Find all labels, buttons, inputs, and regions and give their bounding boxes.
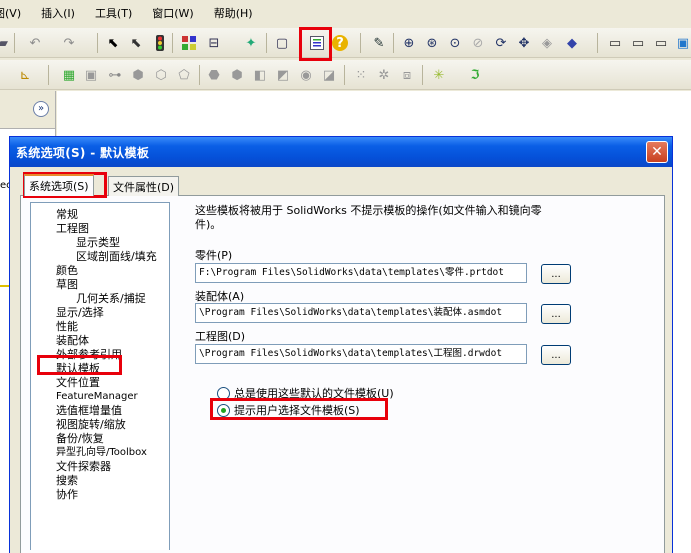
radio-prompt-circle[interactable]: [217, 403, 230, 417]
boss-extrude-icon[interactable]: ▣: [82, 66, 100, 84]
top-view-icon[interactable]: ▭: [652, 34, 670, 52]
part-template-label: 零件(P): [195, 249, 233, 262]
tree-item-relations-snaps[interactable]: 几何关系/捕捉: [76, 292, 146, 305]
close-button[interactable]: ✕: [646, 141, 668, 163]
radio-always-label: 总是使用这些默认的文件模板(U): [234, 387, 394, 400]
expand-chevrons-icon[interactable]: »: [33, 101, 49, 117]
tree-item-collaboration[interactable]: 协作: [56, 488, 78, 501]
tab-system-options[interactable]: 系统选项(S): [24, 174, 94, 196]
sweep-icon[interactable]: ⬢: [129, 66, 147, 84]
tab-document-properties-label: 文件属性(D): [113, 180, 175, 194]
menu-insert[interactable]: 插入(I): [41, 5, 75, 21]
dialog-title: 系统选项(S) - 默认模板: [16, 145, 150, 160]
templates-description: 这些模板将被用于 SolidWorks 不提示模板的操作(如文件输入和镜向零件)…: [195, 204, 542, 231]
help-icon[interactable]: ?: [332, 35, 348, 51]
tree-item-area-hatch[interactable]: 区域剖面线/填充: [76, 250, 157, 263]
tree-item-backup-recover[interactable]: 备份/恢复: [56, 432, 104, 445]
select-icon[interactable]: ⬉: [104, 34, 122, 52]
features-toolbar: ⊾ ▦ ▣ ⊶ ⬢ ⬡ ⬠ ⬣ ⬢ ◧ ◩ ◉ ◪ ⁙ ✲ ⧈ ✳ ℑ: [0, 60, 691, 90]
tree-item-external-references[interactable]: 外部参考引用: [56, 348, 122, 361]
iso-view-icon[interactable]: ▣: [674, 34, 691, 52]
hole-icon[interactable]: ◉: [297, 66, 315, 84]
circular-pattern-icon[interactable]: ✲: [375, 66, 393, 84]
tree-item-spin-box-increments[interactable]: 选值框增量值: [56, 404, 122, 417]
tree-item-hole-wizard-toolbox[interactable]: 异型孔向导/Toolbox: [56, 446, 147, 459]
undo-icon[interactable]: ↶: [26, 34, 44, 52]
menu-help[interactable]: 帮助(H): [214, 5, 253, 21]
right-view-icon[interactable]: ▭: [629, 34, 647, 52]
select-filter-icon[interactable]: ⬉: [127, 34, 145, 52]
tree-item-performance[interactable]: 性能: [56, 320, 78, 333]
tree-item-colors[interactable]: 颜色: [56, 264, 78, 277]
traffic-light-icon[interactable]: [151, 34, 169, 52]
rebuild-icon[interactable]: ✦: [242, 34, 260, 52]
standard-toolbar: ▰ ↶ ↷ ⬉ ⬉ ⊟ ✦ ▢ ? ✎ ⊕ ⊛ ⊙ ⊘ ⟳ ✥ ◈ ◆ ▭ ▭ …: [0, 28, 691, 58]
dimension-icon[interactable]: ⊾: [16, 66, 34, 84]
view-orientation-icon[interactable]: ◆: [563, 34, 581, 52]
sketch-icon[interactable]: ✎: [370, 34, 388, 52]
smart-dimension-icon[interactable]: ⊟: [205, 34, 223, 52]
tree-item-assemblies[interactable]: 装配体: [56, 334, 89, 347]
zoom-to-fit-icon[interactable]: ⊕: [400, 34, 418, 52]
reference-geometry-icon[interactable]: ◪: [320, 66, 338, 84]
revolve-icon[interactable]: ⊶: [106, 66, 124, 84]
radio-prompt-user[interactable]: 提示用户选择文件模板(S): [217, 402, 360, 418]
rib-icon[interactable]: ◧: [251, 66, 269, 84]
menu-tools[interactable]: 工具(T): [95, 5, 132, 21]
rotate-icon[interactable]: ⟳: [492, 34, 510, 52]
plane-icon[interactable]: ▦: [60, 66, 78, 84]
shaded-icon[interactable]: ◈: [538, 34, 556, 52]
tree-item-file-explorer[interactable]: 文件探索器: [56, 460, 111, 473]
tree-item-drawings[interactable]: 工程图: [56, 222, 89, 235]
tab-system-options-label: 系统选项(S): [29, 180, 89, 193]
radio-prompt-label: 提示用户选择文件模板(S): [234, 404, 360, 417]
curve-icon[interactable]: ℑ: [466, 66, 484, 84]
assembly-template-input[interactable]: \Program Files\SolidWorks\data\templates…: [195, 303, 527, 323]
radio-always-use-defaults[interactable]: 总是使用这些默认的文件模板(U): [217, 385, 394, 401]
feature-manager-header: »: [0, 91, 55, 129]
radio-always-circle[interactable]: [217, 386, 230, 400]
tree-item-sketch[interactable]: 草图: [56, 278, 78, 291]
drawing-template-input[interactable]: \Program Files\SolidWorks\data\templates…: [195, 344, 527, 364]
assembly-browse-button[interactable]: ...: [541, 304, 571, 324]
draft-icon[interactable]: ◩: [274, 66, 292, 84]
part-template-input[interactable]: F:\Program Files\SolidWorks\data\templat…: [195, 263, 527, 283]
chamfer-icon[interactable]: ⬢: [228, 66, 246, 84]
options-window-icon[interactable]: ▢: [273, 34, 291, 52]
menu-view[interactable]: 图(V): [0, 5, 21, 21]
print-icon[interactable]: ▰: [0, 34, 12, 52]
tree-item-view-rotation[interactable]: 视图旋转/缩放: [56, 418, 126, 431]
menu-bar: 图(V) 插入(I) 工具(T) 窗口(W) 帮助(H): [0, 0, 691, 26]
reference-axis-icon[interactable]: ✳: [430, 66, 448, 84]
tab-document-properties[interactable]: 文件属性(D): [108, 176, 180, 196]
shell-icon[interactable]: ⬠: [175, 66, 193, 84]
mirror-icon[interactable]: ⧈: [398, 66, 416, 84]
dialog-titlebar[interactable]: 系统选项(S) - 默认模板: [10, 137, 672, 167]
tree-item-display-selection[interactable]: 显示/选择: [56, 306, 104, 319]
drawing-template-label: 工程图(D): [195, 330, 246, 343]
tree-item-featuremanager[interactable]: FeatureManager: [56, 390, 138, 403]
pan-icon[interactable]: ✥: [515, 34, 533, 52]
options-list-icon[interactable]: [308, 34, 326, 52]
fillet-icon[interactable]: ⬣: [205, 66, 223, 84]
zoom-area-icon[interactable]: ⊛: [423, 34, 441, 52]
part-browse-button[interactable]: ...: [541, 264, 571, 284]
zoom-in-icon[interactable]: ⊙: [446, 34, 464, 52]
tree-item-general[interactable]: 常规: [56, 208, 78, 221]
tree-item-default-templates[interactable]: 默认模板: [56, 362, 100, 375]
redo-icon[interactable]: ↷: [60, 34, 78, 52]
grid-icon[interactable]: [180, 34, 198, 52]
tree-item-display-style[interactable]: 显示类型: [76, 236, 120, 249]
assembly-template-label: 装配体(A): [195, 290, 245, 303]
drawing-browse-button[interactable]: ...: [541, 345, 571, 365]
zoom-out-icon[interactable]: ⊘: [469, 34, 487, 52]
tree-item-file-locations[interactable]: 文件位置: [56, 376, 100, 389]
loft-icon[interactable]: ⬡: [152, 66, 170, 84]
front-view-icon[interactable]: ▭: [606, 34, 624, 52]
tree-item-search[interactable]: 搜索: [56, 474, 78, 487]
menu-window[interactable]: 窗口(W): [152, 5, 193, 21]
linear-pattern-icon[interactable]: ⁙: [352, 66, 370, 84]
options-tree: 常规 工程图 显示类型 区域剖面线/填充 颜色 草图 几何关系/捕捉 显示/选择…: [30, 202, 170, 550]
